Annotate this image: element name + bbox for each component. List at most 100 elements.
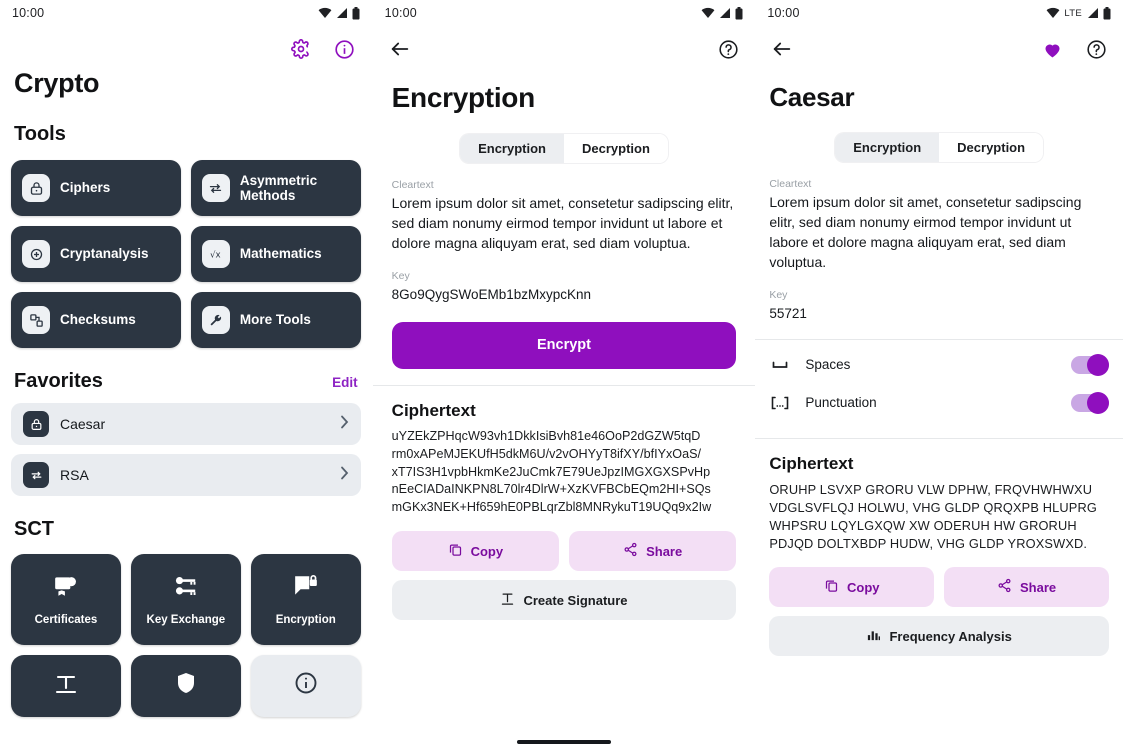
app-bar-actions <box>1039 36 1109 62</box>
favorites-edit-button[interactable]: Edit <box>332 375 358 390</box>
tool-card-ciphers[interactable]: Ciphers <box>11 160 181 216</box>
info-icon[interactable] <box>332 36 358 62</box>
message-lock-icon <box>293 573 319 604</box>
app-bar-actions <box>288 36 358 62</box>
tool-label: Ciphers <box>60 180 111 196</box>
swap-arrows-icon <box>201 174 230 202</box>
share-icon <box>997 578 1012 596</box>
sct-card-encryption[interactable]: Encryption <box>250 554 361 645</box>
app-bar-actions <box>715 36 741 62</box>
tool-card-mathematics[interactable]: √x Mathematics <box>190 226 361 282</box>
svg-text:√x: √x <box>210 250 221 260</box>
segmented-group: Encryption Decryption <box>460 134 668 163</box>
sct-card-signature[interactable] <box>11 655 121 717</box>
create-signature-label: Create Signature <box>523 592 628 608</box>
blocks-icon <box>22 306 50 334</box>
spaces-toggle[interactable] <box>1071 353 1109 376</box>
frequency-analysis-button[interactable]: Frequency Analysis <box>769 616 1109 657</box>
help-circle-icon[interactable] <box>715 36 741 62</box>
status-icons: LTE <box>1046 6 1111 20</box>
lock-icon <box>23 411 49 437</box>
action-row-primary: Copy Share <box>769 567 1110 608</box>
sct-heading: SCT <box>14 518 54 540</box>
cleartext-value: Lorem ipsum dolor sit amet, consetetur s… <box>769 194 1082 270</box>
copy-button[interactable]: Copy <box>769 567 935 608</box>
signature-icon <box>500 591 515 609</box>
status-icons <box>318 6 360 20</box>
divider <box>755 437 1123 439</box>
toggle-knob <box>1087 353 1109 376</box>
list-item[interactable]: RSA <box>11 454 361 496</box>
share-label: Share <box>646 543 683 559</box>
status-icons <box>701 6 743 20</box>
segmented-group: Encryption Decryption <box>835 133 1044 162</box>
camera-shield-icon <box>174 671 198 700</box>
favorite-label: RSA <box>60 467 89 483</box>
copy-button[interactable]: Copy <box>391 531 559 572</box>
wrench-icon <box>201 306 230 334</box>
cleartext-field[interactable]: Cleartext Lorem ipsum dolor sit amet, co… <box>373 179 756 254</box>
sct-card-camera-shield[interactable] <box>130 655 241 717</box>
wifi-icon <box>1046 7 1060 19</box>
app-bar <box>373 26 756 72</box>
divider <box>755 338 1123 340</box>
share-button[interactable]: Share <box>569 531 737 572</box>
app-bar <box>0 26 372 72</box>
back-arrow-icon[interactable] <box>769 36 795 62</box>
status-bar: 10:00 <box>373 0 756 26</box>
tab-decryption[interactable]: Decryption <box>939 133 1044 162</box>
tool-card-cryptanalysis[interactable]: Cryptanalysis <box>11 226 181 282</box>
screenshot-root: 10:00 Crypto Tools Ciphers Asymmetric Me… <box>0 0 1123 747</box>
tool-label: Asymmetric Methods <box>239 172 318 203</box>
heart-filled-icon[interactable] <box>1039 36 1065 62</box>
sct-card-key-exchange[interactable]: Key Exchange <box>130 554 241 645</box>
help-circle-icon[interactable] <box>1083 36 1109 62</box>
tool-card-asymmetric-methods[interactable]: Asymmetric Methods <box>190 160 361 216</box>
ciphertext-heading: Ciphertext <box>769 453 854 473</box>
screen-caesar: 10:00 LTE Caesar Encryption Decryption C… <box>755 0 1123 747</box>
encrypt-button[interactable]: Encrypt <box>391 321 737 369</box>
signal-icon <box>336 7 348 19</box>
status-clock: 10:00 <box>767 6 800 20</box>
key-value: 55721 <box>769 305 807 321</box>
option-row-spaces[interactable]: Spaces <box>769 346 1109 384</box>
share-button[interactable]: Share <box>944 567 1110 608</box>
ciphertext-value: ORUHP LSVXP GRORU VLW DPHW, FRQVHWHWXU V… <box>769 481 1097 552</box>
brackets-icon <box>769 396 791 410</box>
sct-grid: Certificates Key Exchange Encryption <box>0 554 372 645</box>
back-arrow-icon[interactable] <box>387 36 413 62</box>
sct-label: Certificates <box>34 614 98 626</box>
share-icon <box>623 542 638 560</box>
action-row-primary: Copy Share <box>391 531 737 572</box>
copy-label: Copy <box>847 579 880 595</box>
punctuation-toggle[interactable] <box>1071 391 1109 414</box>
option-row-punctuation[interactable]: Punctuation <box>769 384 1109 422</box>
wifi-icon <box>701 7 715 19</box>
signal-icon <box>719 7 731 19</box>
chevron-right-icon <box>340 466 349 484</box>
cleartext-field[interactable]: Cleartext Lorem ipsum dolor sit amet, co… <box>755 178 1123 273</box>
tool-card-more-tools[interactable]: More Tools <box>190 292 361 348</box>
tab-encryption[interactable]: Encryption <box>460 134 564 163</box>
option-label: Punctuation <box>805 395 877 411</box>
create-signature-button[interactable]: Create Signature <box>391 580 737 621</box>
cleartext-label: Cleartext <box>391 179 434 191</box>
tool-label: Cryptanalysis <box>60 246 149 262</box>
sct-grid-row2 <box>0 655 372 717</box>
sct-card-info[interactable] <box>250 655 361 717</box>
key-field[interactable]: Key 8Go9QygSWoEMb1bzMxypcKnn <box>373 270 756 304</box>
cleartext-label: Cleartext <box>769 178 812 190</box>
settings-icon[interactable] <box>288 36 314 62</box>
tab-decryption[interactable]: Decryption <box>564 134 668 163</box>
chevron-right-icon <box>340 415 349 433</box>
signature-icon <box>54 671 78 700</box>
sct-section-header: SCT <box>0 518 372 541</box>
page-title: Crypto <box>14 68 100 98</box>
key-field[interactable]: Key 55721 <box>755 289 1123 323</box>
tool-label: Mathematics <box>239 246 322 262</box>
tab-encryption[interactable]: Encryption <box>835 133 940 162</box>
tool-card-checksums[interactable]: Checksums <box>11 292 181 348</box>
sct-card-certificates[interactable]: Certificates <box>11 554 121 645</box>
list-item[interactable]: Caesar <box>11 403 361 445</box>
status-bar: 10:00 LTE <box>755 0 1123 26</box>
